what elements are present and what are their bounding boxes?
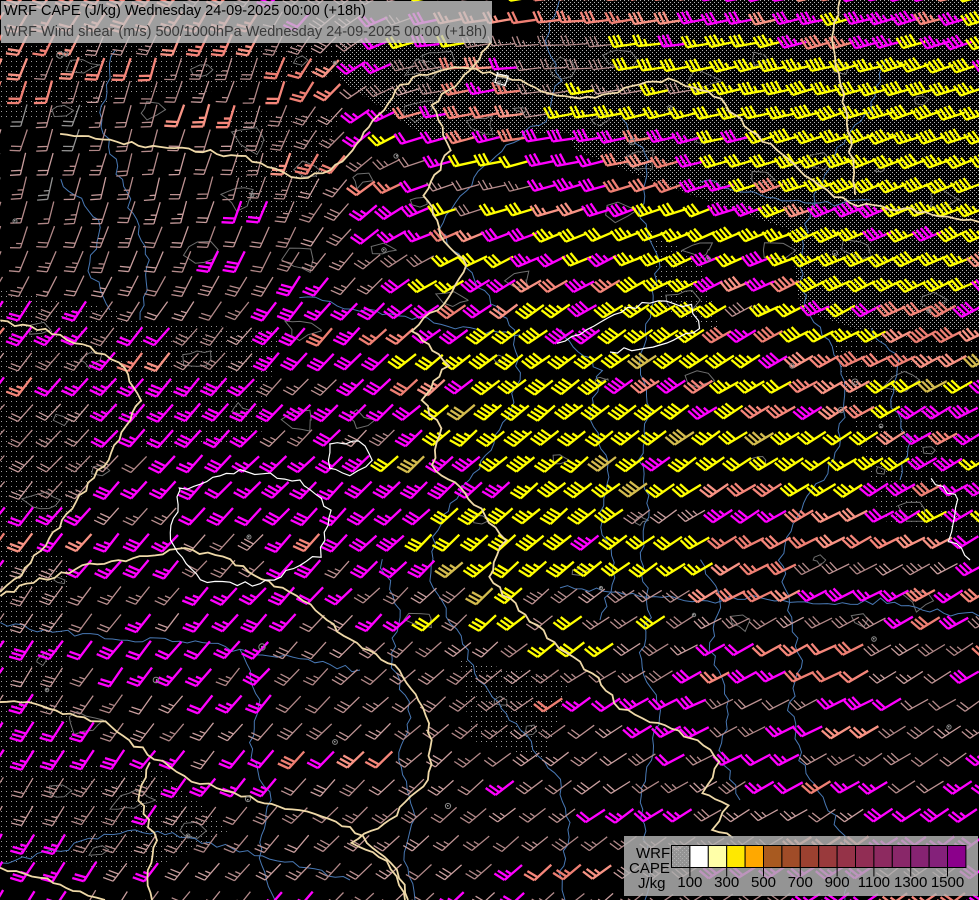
svg-text:J/kg: J/kg [638,875,666,892]
svg-text:700: 700 [788,874,813,891]
svg-text:1100: 1100 [858,874,890,891]
svg-text:900: 900 [825,874,850,891]
svg-text:500: 500 [751,874,776,891]
svg-text:300: 300 [714,874,739,891]
svg-text:1300: 1300 [894,874,927,891]
svg-text:100: 100 [677,874,702,891]
svg-text:1500: 1500 [931,874,964,891]
